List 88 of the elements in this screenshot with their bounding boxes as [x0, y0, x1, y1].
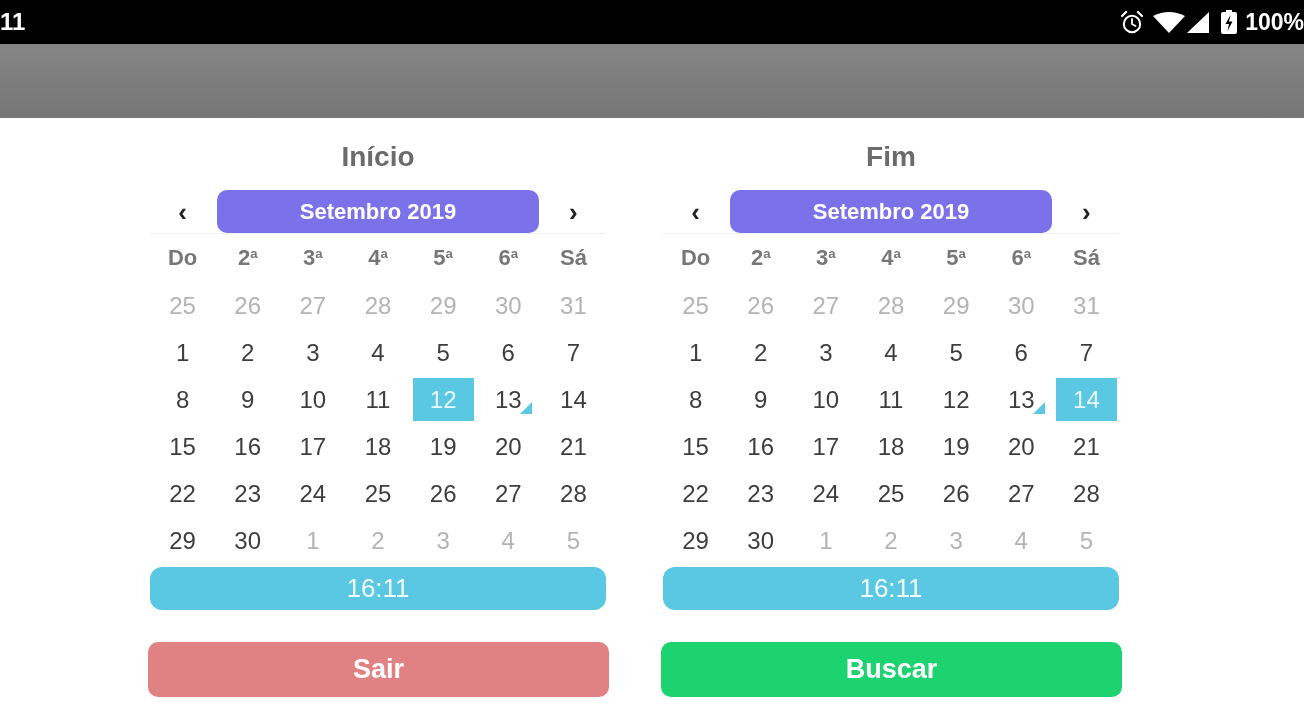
battery-charging-icon [1221, 10, 1238, 34]
calendar-day[interactable]: 3 [795, 331, 857, 374]
calendar-day[interactable]: 10 [282, 378, 344, 421]
calendar-day[interactable]: 17 [282, 425, 344, 468]
calendar-title: Início [340, 140, 416, 174]
calendar-day[interactable]: 29 [665, 519, 727, 562]
calendar-day[interactable]: 8 [152, 378, 214, 421]
weekday-label: Do [167, 245, 198, 271]
calendar-day[interactable]: 10 [795, 378, 857, 421]
calendar-day[interactable]: 23 [217, 472, 279, 515]
calendar-day[interactable]: 2 [217, 331, 279, 374]
calendar-day[interactable]: 8 [665, 378, 727, 421]
calendar-day[interactable]: 18 [860, 425, 922, 468]
calendar-day[interactable]: 15 [152, 425, 214, 468]
weekday-label: 3$^{a}$ [303, 245, 323, 271]
calendar-day[interactable]: 22 [152, 472, 214, 515]
weekday-label: 3$^{a}$ [816, 245, 836, 271]
weekday-label: 4$^{a}$ [881, 245, 901, 271]
weekday-label: Sá [559, 245, 587, 271]
calendar-day[interactable]: 29 [152, 519, 214, 562]
weekday-label: 5$^{a}$ [946, 245, 966, 271]
calendar-day[interactable]: 27 [477, 472, 539, 515]
calendar-day[interactable]: 7 [1055, 331, 1117, 374]
weekday-label: 4$^{a}$ [368, 245, 388, 271]
calendar-day[interactable]: 15 [665, 425, 727, 468]
calendar-day[interactable]: 6 [477, 331, 539, 374]
calendar-day[interactable]: 4 [860, 331, 922, 374]
next-month-button[interactable]: › [559, 190, 588, 233]
calendar-day[interactable]: 6 [990, 331, 1052, 374]
calendar-day[interactable]: 3 [282, 331, 344, 374]
calendar-day[interactable]: 5 [412, 331, 474, 374]
calendar-day[interactable]: 21 [1055, 425, 1117, 468]
weekday-label: 5$^{a}$ [433, 245, 453, 271]
calendar-day[interactable]: 1 [665, 331, 727, 374]
calendar-day[interactable]: 20 [477, 425, 539, 468]
calendar-day[interactable]: 13 [990, 378, 1052, 421]
calendar-day[interactable]: 19 [412, 425, 474, 468]
next-month-button[interactable]: › [1072, 190, 1101, 233]
calendar-day[interactable]: 17 [795, 425, 857, 468]
calendar-day[interactable]: 28 [1055, 472, 1117, 515]
calendar-day[interactable]: 12 [925, 378, 987, 421]
calendar-day[interactable]: 4 [347, 331, 409, 374]
calendar-day[interactable]: 21 [542, 425, 604, 468]
calendar-day[interactable]: 5 [925, 331, 987, 374]
calendar-day[interactable]: 20 [990, 425, 1052, 468]
calendar-day[interactable]: 24 [795, 472, 857, 515]
calendar-day[interactable]: 16 [730, 425, 792, 468]
calendar-day[interactable]: 27 [990, 472, 1052, 515]
status-time: 11 [0, 8, 26, 36]
calendar-day[interactable]: 26 [412, 472, 474, 515]
calendar-day[interactable]: 14 [542, 378, 604, 421]
calendar-day[interactable]: 18 [347, 425, 409, 468]
calendar-day[interactable]: 11 [860, 378, 922, 421]
today-marker-icon [1032, 402, 1045, 414]
calendar-day[interactable]: 28 [542, 472, 604, 515]
calendar-day[interactable]: 23 [730, 472, 792, 515]
calendar-day[interactable]: 30 [217, 519, 279, 562]
weekday-label: Sá [1072, 245, 1100, 271]
calendar-day[interactable]: 25 [860, 472, 922, 515]
month-button[interactable]: Setembro 2019 [730, 190, 1052, 233]
calendar-day[interactable]: 13 [477, 378, 539, 421]
signal-icon [1187, 11, 1210, 33]
calendar-day[interactable]: 16 [217, 425, 279, 468]
weekday-label: 6$^{a}$ [1011, 245, 1032, 271]
calendar-day[interactable]: 7 [542, 331, 604, 374]
calendar-day[interactable]: 9 [730, 378, 792, 421]
previous-month-button[interactable]: ‹ [681, 190, 710, 233]
battery-percent: 100% [1245, 8, 1304, 36]
calendar-day[interactable]: 9 [217, 378, 279, 421]
previous-month-button[interactable]: ‹ [168, 190, 197, 233]
calendar-day[interactable]: 24 [282, 472, 344, 515]
calendar-day[interactable]: 2 [730, 331, 792, 374]
calendar-day[interactable]: 1 [152, 331, 214, 374]
weekday-label: 2$^{a}$ [750, 245, 771, 271]
calendar-title: Fim [865, 140, 917, 174]
calendar-day[interactable]: 30 [730, 519, 792, 562]
calendar-day[interactable]: 11 [347, 378, 409, 421]
calendar-day[interactable]: 25 [347, 472, 409, 515]
alarm-clock-icon [1121, 10, 1144, 34]
calendar-day[interactable]: 26 [925, 472, 987, 515]
today-marker-icon [519, 402, 532, 414]
calendar-day[interactable]: 22 [665, 472, 727, 515]
calendar-day[interactable]: 19 [925, 425, 987, 468]
weekday-label: 6$^{a}$ [498, 245, 519, 271]
wifi-icon [1153, 11, 1186, 33]
month-button[interactable]: Setembro 2019 [217, 190, 539, 233]
weekday-label: Do [680, 245, 711, 271]
weekday-label: 2$^{a}$ [237, 245, 258, 271]
